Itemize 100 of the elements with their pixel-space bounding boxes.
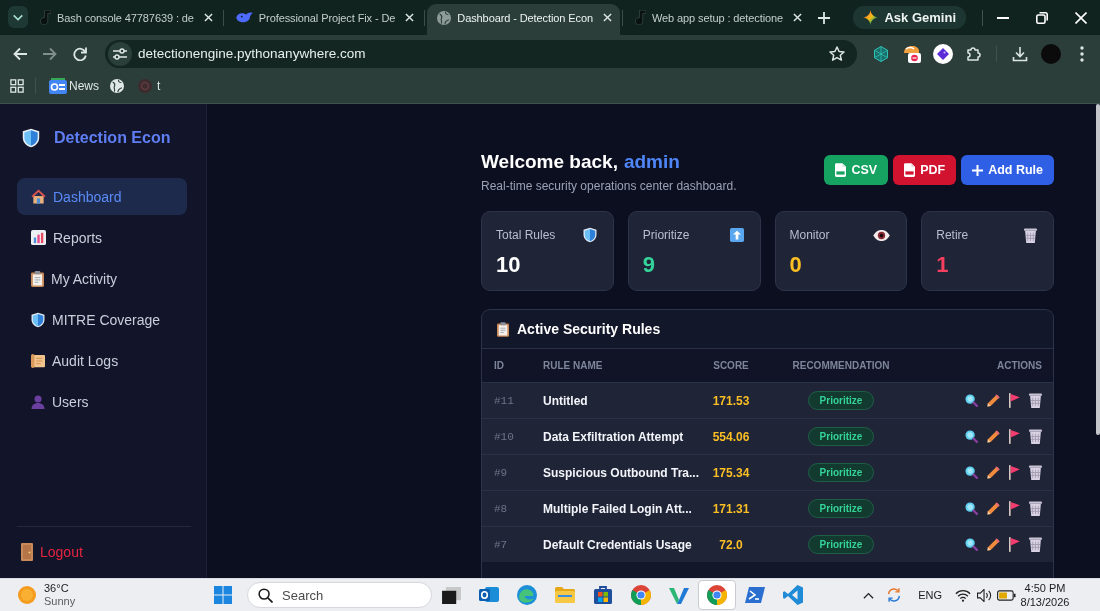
- nav-item[interactable]: Dashboard: [17, 178, 187, 215]
- chrome-icon: [707, 585, 727, 605]
- news-icon: [49, 78, 67, 94]
- trash-icon[interactable]: [1029, 429, 1042, 444]
- start-icon[interactable]: [214, 586, 232, 604]
- reload-icon[interactable]: [73, 46, 87, 61]
- trash-icon[interactable]: [1029, 393, 1042, 408]
- chevron-up-icon[interactable]: [862, 591, 874, 599]
- pencil-icon[interactable]: [987, 466, 1000, 479]
- whale-icon: [235, 12, 253, 23]
- scrollbar-thumb[interactable]: [1096, 104, 1100, 435]
- trash-icon[interactable]: [1029, 465, 1042, 480]
- apps-grid-icon[interactable]: [10, 79, 24, 93]
- door-icon: [21, 543, 33, 561]
- recommendation-badge: Prioritize: [807, 535, 875, 554]
- hexagon-mesh-icon[interactable]: [872, 45, 889, 62]
- bookmark[interactable]: t: [138, 79, 161, 93]
- nav-item[interactable]: Reports: [17, 219, 187, 256]
- search-field[interactable]: Search: [247, 582, 432, 608]
- rule-id: #8: [494, 502, 508, 515]
- search-icon[interactable]: [965, 502, 978, 515]
- close-icon[interactable]: [405, 13, 415, 22]
- add-rule-button[interactable]: Add Rule: [961, 155, 1054, 185]
- close-icon[interactable]: [602, 13, 612, 22]
- pencil-icon[interactable]: [987, 430, 1000, 443]
- flag-icon[interactable]: [1009, 501, 1020, 516]
- nav-item[interactable]: Users: [17, 383, 187, 420]
- export-pdf-button[interactable]: PDF: [893, 155, 957, 185]
- browser-tab[interactable]: Dashboard - Detection Econ: [427, 4, 620, 35]
- weather-condition[interactable]: Sunny: [44, 595, 76, 608]
- search-icon[interactable]: [965, 466, 978, 479]
- download-icon[interactable]: [1011, 45, 1028, 62]
- sparkle-icon: [863, 10, 879, 25]
- column-header: ID: [494, 360, 504, 371]
- star-icon[interactable]: [829, 45, 845, 62]
- nav-item[interactable]: My Activity: [17, 260, 187, 297]
- close-icon[interactable]: [203, 13, 213, 22]
- more-icon[interactable]: [1079, 45, 1084, 62]
- music-note-icon: [40, 10, 51, 25]
- speaker-icon[interactable]: [976, 588, 992, 602]
- rule-name: Suspicious Outbound Tra...: [543, 465, 699, 480]
- trash-icon: [1024, 227, 1037, 243]
- wifi-icon[interactable]: [955, 588, 971, 602]
- nav-item[interactable]: Audit Logs: [17, 342, 187, 379]
- trash-icon[interactable]: [1029, 501, 1042, 516]
- browser-tab[interactable]: Bash console 47787639 : de: [30, 4, 221, 35]
- flag-icon[interactable]: [1009, 465, 1020, 480]
- search-icon[interactable]: [965, 430, 978, 443]
- tab-search-button[interactable]: [8, 6, 28, 28]
- code-editor-icon: [783, 585, 803, 605]
- pencil-icon[interactable]: [987, 538, 1000, 551]
- music-note-icon: [634, 10, 646, 25]
- v-shape-logo-icon: [669, 586, 689, 604]
- pencil-icon[interactable]: [987, 502, 1000, 515]
- battery-icon[interactable]: [996, 589, 1016, 601]
- folder-icon: [555, 587, 575, 603]
- search-icon[interactable]: [965, 394, 978, 407]
- search-icon[interactable]: [965, 538, 978, 551]
- minimize-icon[interactable]: [996, 16, 1009, 19]
- recommendation-badge: Prioritize: [807, 463, 875, 482]
- rule-name: Untitled: [543, 393, 588, 408]
- forward-arrow-icon[interactable]: [43, 46, 57, 61]
- stat-label: Retire: [936, 228, 969, 242]
- clock-time[interactable]: 4:50 PM: [1024, 581, 1066, 595]
- rule-score: 171.53: [712, 393, 750, 408]
- stat-value: 9: [642, 252, 655, 278]
- logout-link[interactable]: Logout: [21, 543, 191, 561]
- clock-date[interactable]: 8/13/2026: [1020, 595, 1070, 609]
- file-icon: [904, 163, 916, 177]
- plus-icon[interactable]: [818, 11, 831, 24]
- address-bar[interactable]: detectionengine.pythonanywhere.com: [105, 39, 857, 68]
- puzzle-icon[interactable]: [965, 45, 982, 62]
- recommendation-badge: Prioritize: [807, 391, 875, 410]
- language-indicator[interactable]: ENG: [918, 589, 942, 601]
- browser-tab[interactable]: Professional Project Fix - De: [225, 4, 423, 35]
- file-icon: [835, 163, 847, 177]
- site-settings-icon[interactable]: [108, 41, 132, 66]
- rule-name: Multiple Failed Login Att...: [543, 501, 692, 516]
- sync-icon[interactable]: [886, 587, 903, 603]
- rule-score: 72.0: [719, 537, 743, 552]
- browser-tab[interactable]: Web app setup : detectione: [624, 4, 811, 35]
- person-icon: [31, 394, 45, 409]
- flag-icon[interactable]: [1009, 393, 1020, 408]
- trash-icon[interactable]: [1029, 537, 1042, 552]
- assistant-button[interactable]: Ask Gemini: [853, 6, 966, 29]
- stop-badge-icon[interactable]: [902, 44, 921, 63]
- globe-icon[interactable]: [110, 79, 124, 93]
- house-icon: [31, 189, 46, 204]
- pencil-icon[interactable]: [987, 394, 1000, 407]
- mail-app-icon: [479, 586, 499, 604]
- chrome-icon: [631, 585, 651, 605]
- restore-icon[interactable]: [1035, 11, 1048, 24]
- flag-icon[interactable]: [1009, 537, 1020, 552]
- close-icon[interactable]: [793, 13, 803, 22]
- nav-item[interactable]: MITRE Coverage: [17, 301, 187, 338]
- clipboard-icon: [497, 321, 509, 337]
- flag-icon[interactable]: [1009, 429, 1020, 444]
- bookmark[interactable]: News: [49, 78, 99, 94]
- temperature[interactable]: 36°C: [44, 582, 76, 595]
- back-arrow-icon[interactable]: [13, 46, 27, 61]
